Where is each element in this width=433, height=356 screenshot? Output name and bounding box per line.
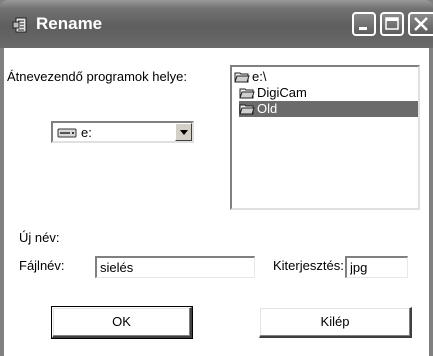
directory-name: Old — [257, 101, 278, 116]
location-label: Átnevezendő programok helye: — [7, 69, 187, 84]
directory-name: DigiCam — [257, 85, 307, 100]
extension-label: Kiterjesztés: — [273, 258, 344, 273]
drive-select[interactable]: e: — [51, 121, 194, 143]
ok-button[interactable]: OK — [51, 306, 193, 339]
close-button[interactable] — [408, 12, 433, 36]
open-folder-icon — [239, 103, 255, 120]
exit-button[interactable]: Kilép — [259, 307, 412, 338]
directory-item[interactable]: DigiCam — [239, 85, 359, 101]
window-title: Rename — [36, 14, 103, 33]
rename-window: Rename Átnevezendő programok helye: e: e… — [0, 0, 433, 356]
minimize-icon — [359, 27, 367, 30]
minimize-button[interactable] — [352, 12, 376, 36]
extension-input[interactable] — [345, 256, 408, 278]
title-bar[interactable]: Rename — [0, 0, 433, 48]
filename-label: Fájlnév: — [19, 258, 65, 273]
directory-item-selected[interactable]: Old — [239, 101, 418, 117]
maximize-button[interactable] — [380, 12, 404, 36]
directory-item[interactable]: e:\ — [234, 69, 354, 85]
dialog-body: Átnevezendő programok helye: e: e:\ Digi… — [4, 48, 429, 356]
close-icon — [414, 17, 428, 31]
drive-dropdown-button[interactable] — [175, 123, 192, 141]
directory-name: e:\ — [252, 69, 267, 84]
directory-list[interactable]: e:\ DigiCam Old — [230, 65, 420, 210]
chevron-down-icon — [180, 130, 188, 135]
filename-input[interactable] — [95, 256, 255, 278]
drive-icon — [57, 126, 77, 144]
app-icon — [12, 17, 28, 33]
maximize-icon — [385, 17, 399, 30]
drive-value: e: — [81, 125, 92, 140]
new-name-label: Új név: — [19, 230, 60, 245]
